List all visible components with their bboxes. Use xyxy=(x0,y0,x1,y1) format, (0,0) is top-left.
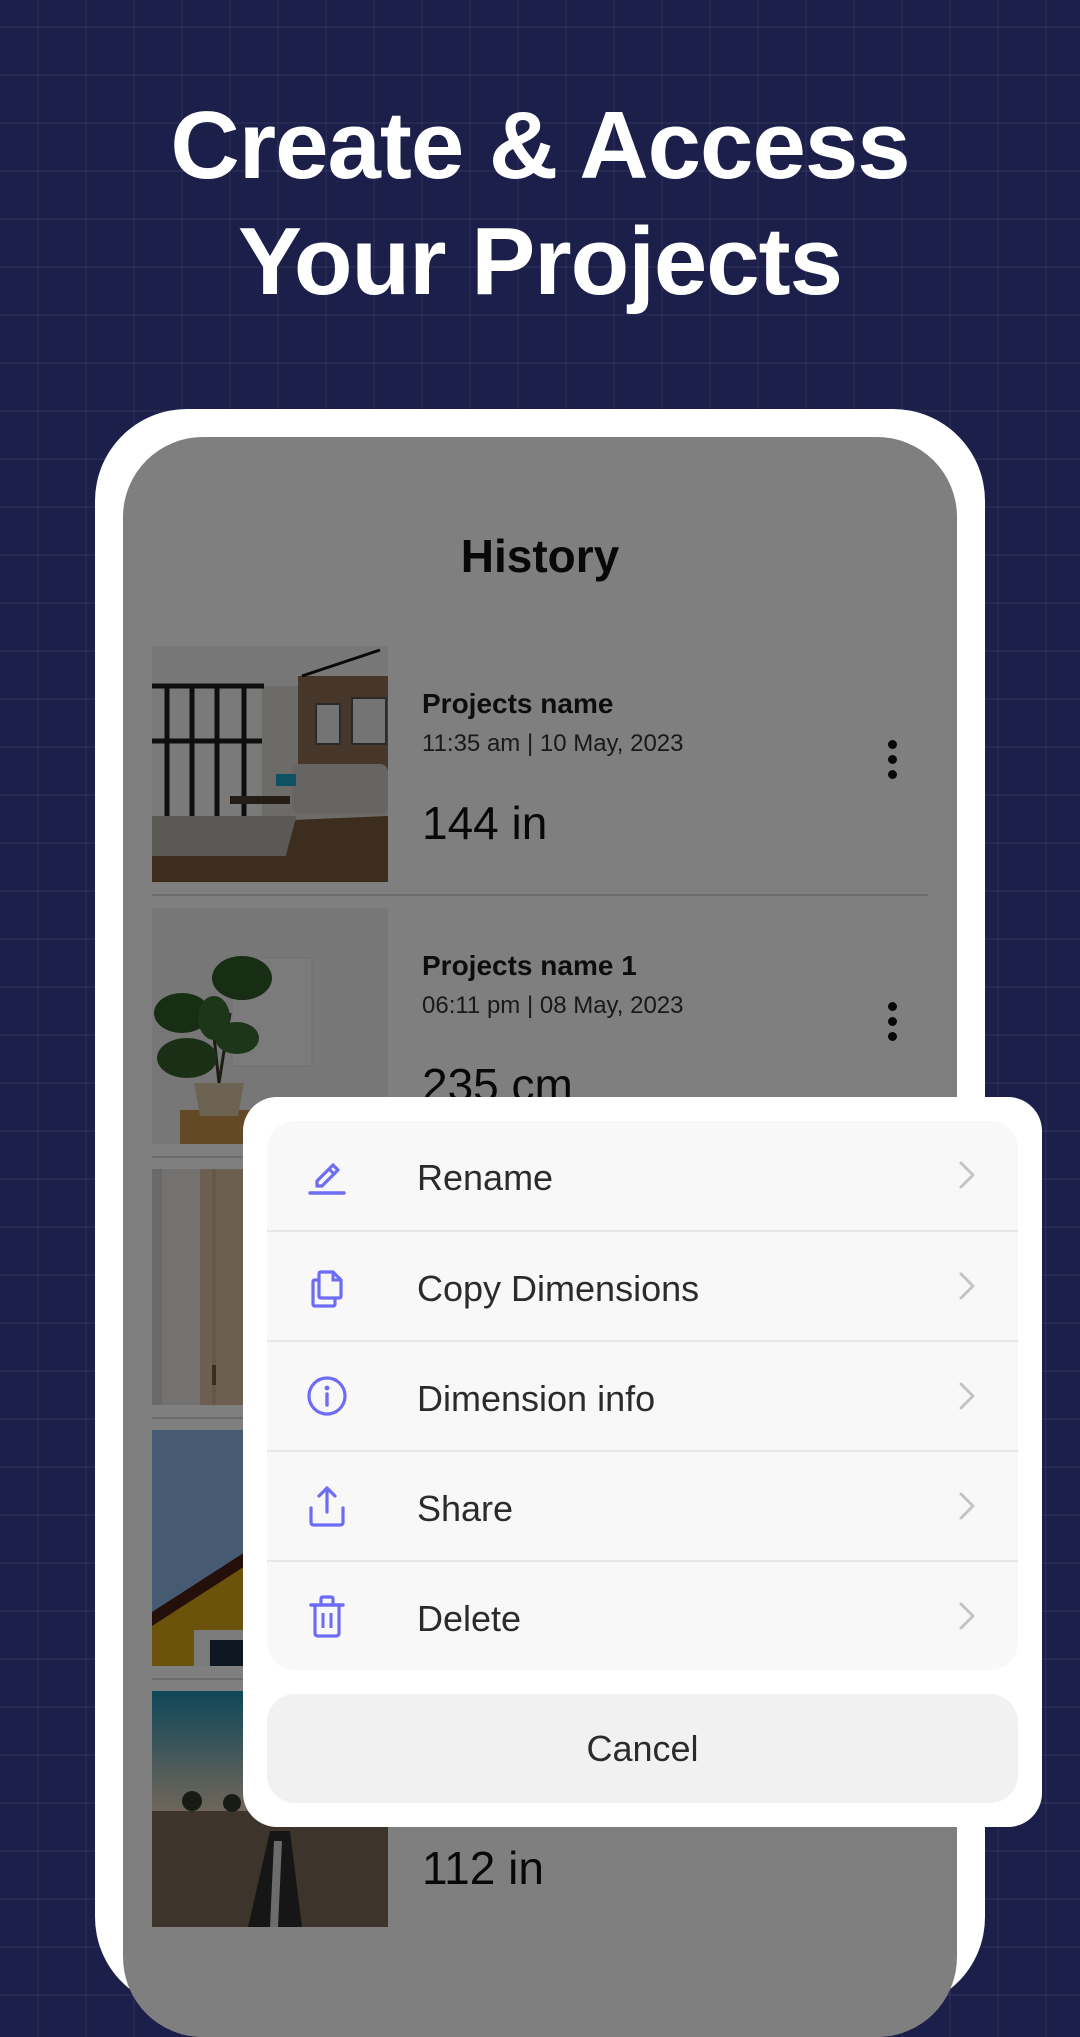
dimension-info-label: Dimension info xyxy=(417,1378,656,1419)
share-label: Share xyxy=(417,1488,514,1529)
headline-line-1: Create & Access xyxy=(170,92,910,199)
share-icon xyxy=(309,1486,345,1527)
delete-label: Delete xyxy=(417,1598,522,1639)
action-sheet: Rename Copy Dimensions Dimension info Sh… xyxy=(243,1097,1042,1827)
trash-icon xyxy=(309,1595,345,1638)
rename-label: Rename xyxy=(417,1157,554,1198)
rename-option[interactable]: Rename xyxy=(267,1121,1018,1230)
pencil-icon xyxy=(308,1163,346,1195)
chevron-right-icon xyxy=(959,1602,975,1630)
chevron-right-icon xyxy=(959,1272,975,1300)
headline-line-2: Your Projects xyxy=(237,208,843,315)
chevron-right-icon xyxy=(959,1382,975,1410)
chevron-right-icon xyxy=(959,1492,975,1520)
dimension-info-option[interactable]: Dimension info xyxy=(267,1342,1018,1451)
action-menu: Rename Copy Dimensions Dimension info Sh… xyxy=(267,1121,1018,1670)
headline: Create & Access Your Projects xyxy=(0,88,1080,320)
delete-option[interactable]: Delete xyxy=(267,1562,1018,1670)
chevron-right-icon xyxy=(959,1161,975,1189)
info-icon xyxy=(307,1376,347,1416)
copy-dimensions-label: Copy Dimensions xyxy=(417,1268,700,1309)
share-option[interactable]: Share xyxy=(267,1452,1018,1561)
cancel-button[interactable]: Cancel xyxy=(267,1694,1018,1803)
copy-icon xyxy=(311,1270,343,1308)
copy-dimensions-option[interactable]: Copy Dimensions xyxy=(267,1232,1018,1341)
